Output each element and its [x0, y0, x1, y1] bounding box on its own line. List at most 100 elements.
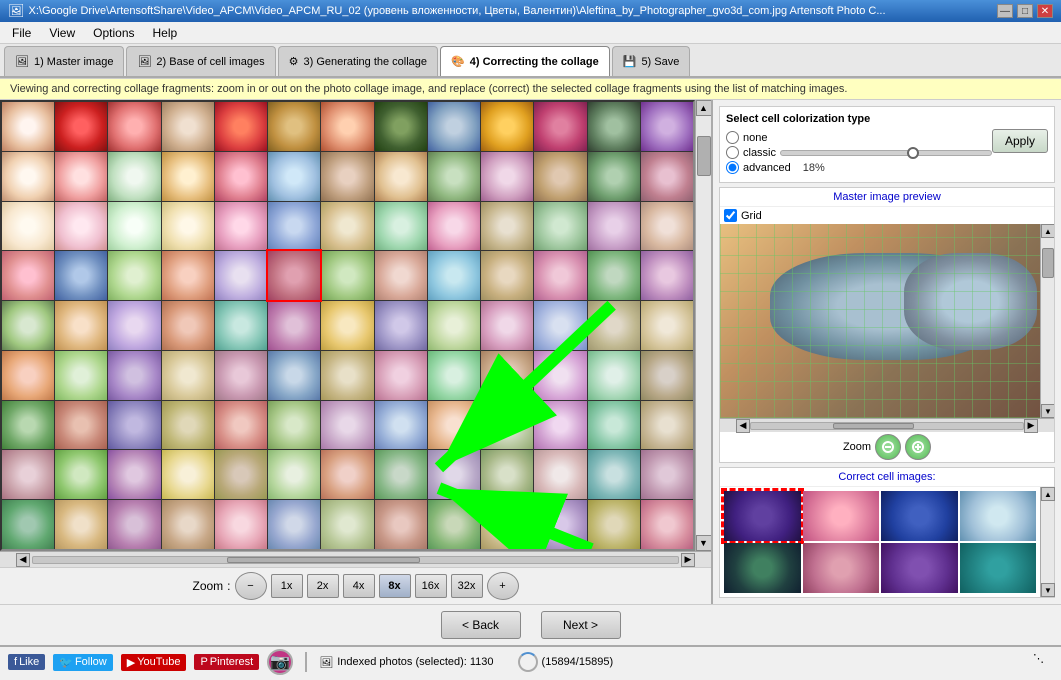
preview-scroll-track[interactable] — [1041, 238, 1054, 404]
mosaic-cell[interactable] — [215, 251, 267, 300]
mosaic-cell[interactable] — [162, 251, 214, 300]
mosaic-cell[interactable] — [55, 450, 107, 499]
maximize-button[interactable]: □ — [1017, 4, 1033, 18]
mosaic-cell[interactable] — [2, 102, 54, 151]
preview-zoom-in[interactable] — [905, 434, 931, 460]
mosaic-cell[interactable] — [215, 102, 267, 151]
mosaic-cell[interactable] — [162, 301, 214, 350]
mosaic-cell[interactable] — [588, 251, 640, 300]
mosaic-cell[interactable] — [375, 251, 427, 300]
mosaic-cell[interactable] — [108, 152, 160, 201]
preview-h-track[interactable] — [750, 422, 1024, 430]
cell-image-3[interactable] — [960, 491, 1037, 541]
mosaic-cell[interactable] — [108, 500, 160, 549]
mosaic-cell[interactable] — [55, 202, 107, 251]
mosaic-cell[interactable] — [588, 500, 640, 549]
classic-slider[interactable] — [780, 150, 992, 156]
scroll-left-button[interactable]: ◀ — [16, 553, 30, 567]
menu-help[interactable]: Help — [145, 24, 186, 42]
mosaic-cell[interactable] — [588, 351, 640, 400]
preview-h-thumb[interactable] — [833, 423, 915, 429]
mosaic-cell[interactable] — [108, 351, 160, 400]
menu-file[interactable]: File — [4, 24, 39, 42]
mosaic-cell[interactable] — [162, 401, 214, 450]
mosaic-cell[interactable] — [375, 450, 427, 499]
mosaic-cell[interactable] — [268, 102, 320, 151]
mosaic-cell[interactable] — [215, 351, 267, 400]
none-radio[interactable] — [726, 131, 739, 144]
preview-hscrollbar[interactable]: ◀ ▶ — [720, 418, 1054, 432]
mosaic-cell[interactable] — [481, 251, 533, 300]
preview-scroll-thumb[interactable] — [1042, 248, 1054, 278]
cell-scroll-down[interactable]: ▼ — [1041, 583, 1055, 597]
mosaic-cell[interactable] — [321, 500, 373, 549]
mosaic-cell[interactable] — [588, 202, 640, 251]
mosaic-cell[interactable] — [641, 152, 693, 201]
collage-horizontal-scrollbar[interactable]: ◀ ▶ — [0, 551, 711, 567]
mosaic-cell[interactable] — [268, 450, 320, 499]
mosaic-cell[interactable] — [641, 102, 693, 151]
collage-vertical-scrollbar[interactable]: ▲ ▼ — [695, 100, 711, 551]
mosaic-cell[interactable] — [481, 301, 533, 350]
mosaic-cell[interactable] — [481, 500, 533, 549]
apply-button[interactable]: Apply — [992, 129, 1048, 153]
mosaic-cell[interactable] — [641, 351, 693, 400]
mosaic-cell[interactable] — [215, 450, 267, 499]
collage-panel[interactable] — [0, 100, 695, 551]
zoom-8x-button[interactable]: 8x — [379, 574, 411, 598]
advanced-option[interactable]: advanced 18% — [726, 161, 992, 174]
mosaic-cell[interactable] — [2, 500, 54, 549]
tab-generate[interactable]: ⚙ 3) Generating the collage — [278, 46, 438, 76]
mosaic-cell[interactable] — [321, 351, 373, 400]
zoom-4x-button[interactable]: 4x — [343, 574, 375, 598]
mosaic-cell[interactable] — [534, 251, 586, 300]
mosaic-cell[interactable] — [588, 401, 640, 450]
mosaic-cell[interactable] — [321, 202, 373, 251]
mosaic-cell[interactable] — [2, 401, 54, 450]
cell-image-7[interactable] — [960, 543, 1037, 593]
mosaic-cell[interactable] — [481, 152, 533, 201]
tab-save[interactable]: 💾 5) Save — [612, 46, 691, 76]
pinterest-button[interactable]: P Pinterest — [194, 654, 259, 670]
zoom-2x-button[interactable]: 2x — [307, 574, 339, 598]
mosaic-cell[interactable] — [268, 500, 320, 549]
mosaic-cell[interactable] — [534, 152, 586, 201]
mosaic-cell[interactable] — [108, 202, 160, 251]
mosaic-cell[interactable] — [268, 152, 320, 201]
mosaic-cell[interactable] — [481, 202, 533, 251]
mosaic-cell[interactable] — [108, 301, 160, 350]
mosaic-cell[interactable] — [428, 301, 480, 350]
facebook-like-button[interactable]: f Like — [8, 654, 45, 670]
instagram-button[interactable]: 📷 — [267, 649, 293, 675]
scroll-thumb[interactable] — [697, 136, 711, 176]
tab-master[interactable]: 🖼 1) Master image — [4, 46, 124, 76]
next-button[interactable]: Next > — [541, 611, 621, 639]
mosaic-cell[interactable] — [321, 450, 373, 499]
menu-options[interactable]: Options — [85, 24, 142, 42]
mosaic-cell[interactable] — [321, 251, 373, 300]
mosaic-cell[interactable] — [321, 102, 373, 151]
mosaic-cell[interactable] — [375, 401, 427, 450]
mosaic-cell[interactable] — [55, 102, 107, 151]
mosaic-cell[interactable] — [534, 301, 586, 350]
zoom-out-button[interactable]: − — [235, 572, 267, 600]
close-button[interactable]: ✕ — [1037, 4, 1053, 18]
mosaic-cell[interactable] — [481, 351, 533, 400]
mosaic-cell[interactable] — [321, 152, 373, 201]
mosaic-cell[interactable] — [534, 500, 586, 549]
mosaic-cell[interactable] — [428, 351, 480, 400]
classic-radio[interactable] — [726, 146, 739, 159]
mosaic-cell[interactable] — [55, 152, 107, 201]
preview-scroll-down[interactable]: ▼ — [1041, 404, 1054, 418]
mosaic-cell[interactable] — [428, 401, 480, 450]
mosaic-cell[interactable] — [2, 450, 54, 499]
selected-cell[interactable] — [268, 251, 320, 300]
minimize-button[interactable]: — — [997, 4, 1013, 18]
classic-option[interactable]: classic — [726, 146, 992, 159]
cell-scroll-track[interactable] — [1041, 501, 1054, 583]
mosaic-cell[interactable] — [2, 351, 54, 400]
mosaic-cell[interactable] — [534, 202, 586, 251]
mosaic-cell[interactable] — [108, 102, 160, 151]
mosaic-cell[interactable] — [534, 102, 586, 151]
mosaic-cell[interactable] — [428, 500, 480, 549]
